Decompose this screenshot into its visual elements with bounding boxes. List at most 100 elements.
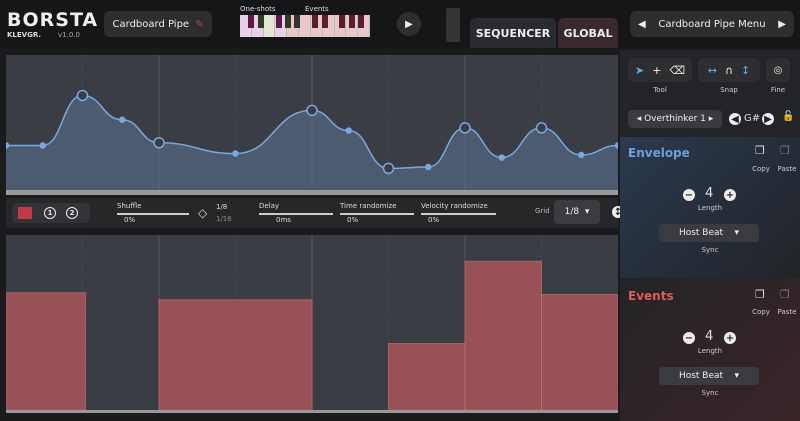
menu-label: Cardboard Pipe Menu <box>658 18 766 30</box>
shuffle-opt-16[interactable]: 1/16 <box>216 215 232 223</box>
envelope-point <box>232 150 239 157</box>
events-copy-icon[interactable]: ❐ <box>755 288 765 301</box>
events-length-minus[interactable]: − <box>683 332 695 344</box>
event-bar <box>541 294 618 411</box>
event-bar <box>6 292 87 411</box>
envelope-point <box>306 104 318 117</box>
tab-sequencer[interactable]: SEQUENCER <box>470 18 556 48</box>
note-value: G# <box>744 113 761 124</box>
events-label: Events <box>305 5 329 13</box>
length-label: Length <box>697 204 723 212</box>
snap-vertical-icon[interactable]: ↕ <box>741 64 750 77</box>
length-value: 4 <box>705 186 714 201</box>
preset-name: Cardboard Pipe <box>112 18 190 30</box>
fine-label: Fine <box>770 86 786 94</box>
prev-icon[interactable]: ◀ <box>638 19 646 30</box>
event-bar <box>388 343 466 411</box>
instrument-select[interactable]: ◂ Overthinker 1 ▸ <box>628 110 722 128</box>
level-meter <box>446 8 460 42</box>
event-bar <box>464 260 542 411</box>
envelope-point <box>535 122 548 134</box>
preset-button[interactable]: Cardboard Pipe ✎ <box>104 11 212 37</box>
envelope-title: Envelope <box>628 146 690 160</box>
tab-global[interactable]: GLOBAL <box>558 18 618 48</box>
magnet-icon[interactable]: ∩ <box>725 64 733 77</box>
length-minus[interactable]: − <box>683 189 695 201</box>
envelope-point <box>614 142 618 149</box>
copy-icon[interactable]: ❐ <box>755 144 765 157</box>
envelope-point <box>459 122 471 134</box>
time-randomize-label: Time randomize <box>340 202 397 210</box>
events-sync-select[interactable]: Host Beat ▾ <box>659 367 759 385</box>
shuffle-slider[interactable] <box>117 213 189 215</box>
lock-icon[interactable]: 🔓 <box>782 111 794 122</box>
events-copy-label: Copy <box>752 308 770 316</box>
tool-group: ➤ + ⌫ <box>628 58 692 82</box>
pointer-icon[interactable]: ➤ <box>635 64 644 77</box>
envelope-point <box>39 142 46 149</box>
envelope-point <box>345 127 352 134</box>
sync-select[interactable]: Host Beat ▾ <box>659 224 759 242</box>
play-button[interactable]: ▶ <box>397 12 421 36</box>
sequencer-baseline <box>6 410 618 413</box>
controls-bar: 1 2 Shuffle 0% ◇ 1/8 1/16 Delay 0ms Time… <box>6 198 624 228</box>
events-length-value: 4 <box>705 329 714 344</box>
velocity-randomize-slider[interactable] <box>421 213 496 215</box>
envelope-point <box>6 142 10 149</box>
preset-menu[interactable]: ◀ Cardboard Pipe Menu ▶ <box>630 11 794 37</box>
fine-button[interactable]: ◎ <box>766 58 790 82</box>
paste-icon[interactable]: ❐ <box>780 144 790 157</box>
tool-label: Tool <box>653 86 667 94</box>
note-prev-icon[interactable]: ◀ <box>729 113 741 125</box>
brand: KLEVGR. <box>7 31 42 39</box>
envelope-point <box>76 89 89 102</box>
delay-label: Delay <box>259 202 280 210</box>
sync-label: Sync <box>701 246 719 254</box>
plus-icon[interactable]: + <box>652 64 661 77</box>
button-1[interactable]: 1 <box>44 207 56 219</box>
events-length-plus[interactable]: + <box>724 332 736 344</box>
next-icon[interactable]: ▶ <box>778 19 786 30</box>
note-next-icon[interactable]: ▶ <box>762 113 774 125</box>
envelope-point <box>425 163 432 171</box>
sequencer-grid[interactable] <box>6 235 618 413</box>
sidebar: ➤ + ⌫ Tool ↔ ∩ ↕ Snap ◎ Fine ◂ Overthinker 1… <box>620 50 800 421</box>
shuffle-label: Shuffle <box>117 202 142 210</box>
copy-label: Copy <box>752 165 770 173</box>
envelope-point <box>382 162 395 175</box>
grid-select[interactable]: 1/8 ▾ <box>554 200 600 224</box>
drop-icon[interactable]: ◇ <box>198 206 207 220</box>
snap-group: ↔ ∩ ↕ <box>698 58 760 82</box>
envelope-editor[interactable] <box>6 55 618 195</box>
erase-icon[interactable]: ⌫ <box>669 64 685 77</box>
color-swatch[interactable] <box>18 207 32 219</box>
events-paste-icon[interactable]: ❐ <box>780 288 790 301</box>
delay-value: 0ms <box>276 216 291 224</box>
velocity-randomize-value: 0% <box>428 216 440 224</box>
version: v1.0.0 <box>58 31 80 39</box>
envelope-point <box>153 137 165 149</box>
oneshots-label: One-shots <box>240 5 276 13</box>
envelope-point <box>498 154 505 161</box>
keyboard[interactable] <box>240 15 370 37</box>
length-plus[interactable]: + <box>724 189 736 201</box>
envelope-point <box>119 116 126 124</box>
shuffle-opt-8[interactable]: 1/8 <box>216 203 227 211</box>
app-logo: BORSTA <box>7 9 99 31</box>
snap-label: Snap <box>720 86 738 94</box>
events-sync-label: Sync <box>701 389 719 397</box>
time-randomize-slider[interactable] <box>340 213 414 215</box>
envelope-baseline <box>6 190 618 195</box>
time-randomize-value: 0% <box>347 216 359 224</box>
delay-slider[interactable] <box>259 213 333 215</box>
shuffle-value: 0% <box>124 216 136 224</box>
envelope-point <box>578 151 585 159</box>
snap-horizontal-icon[interactable]: ↔ <box>708 64 717 77</box>
events-title: Events <box>628 289 674 303</box>
velocity-randomize-label: Velocity randomize <box>421 202 488 210</box>
paste-label: Paste <box>777 165 797 173</box>
button-2[interactable]: 2 <box>66 207 78 219</box>
grid-label: Grid <box>535 207 550 215</box>
events-paste-label: Paste <box>777 308 797 316</box>
event-bar <box>158 299 313 411</box>
